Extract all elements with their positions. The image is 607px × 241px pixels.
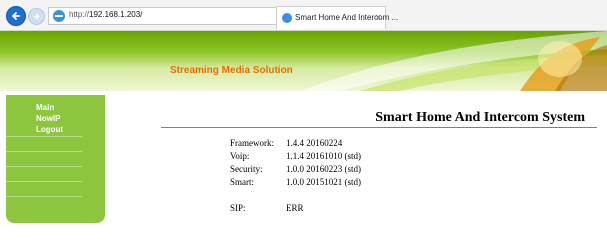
sidebar-divider (6, 136, 82, 137)
forward-button[interactable] (28, 8, 45, 25)
sidebar-item-main[interactable]: Main (36, 103, 54, 112)
banner-tagline: Streaming Media Solution (170, 65, 293, 76)
browser-toolbar: http://192.168.1.203/ ⌕ ▾ ↻ Smart Home A… (0, 0, 607, 31)
security-value: 1.0.0 20160223 (std) (286, 164, 361, 174)
smart-label: Smart: (230, 177, 254, 187)
page-title: Smart Home And Intercom System (375, 110, 585, 125)
back-button[interactable] (6, 6, 26, 26)
title-divider (161, 127, 597, 128)
framework-label: Framework: (230, 138, 274, 148)
framework-value: 1.4.4 20160224 (286, 138, 343, 148)
arrow-left-icon (12, 12, 20, 20)
smart-value: 1.0.0 20151021 (std) (286, 177, 361, 187)
sidebar-item-nowip[interactable]: NowIP (36, 114, 60, 123)
arrow-right-icon (33, 13, 40, 20)
tab-title: Smart Home And Intercom ... (295, 13, 399, 22)
ie-page-icon (53, 10, 65, 22)
voip-value: 1.1.4 20161010 (std) (286, 151, 361, 161)
banner-swoosh-graphic (300, 31, 607, 91)
sidebar-divider (6, 181, 82, 182)
sip-status-value: ERR (286, 203, 304, 213)
sidebar-divider (6, 151, 82, 152)
voip-label: Voip: (230, 151, 250, 161)
sidebar-item-logout[interactable]: Logout (36, 125, 63, 134)
browser-tab[interactable]: Smart Home And Intercom ... × (276, 6, 398, 29)
page-banner: Streaming Media Solution (0, 31, 607, 91)
address-url[interactable]: http://192.168.1.203/ (69, 10, 142, 19)
tab-favicon-icon (282, 13, 292, 23)
tab-close-icon[interactable]: × (376, 12, 381, 22)
sidebar-divider (6, 196, 82, 197)
sip-label: SIP: (230, 203, 246, 213)
sidebar-divider (6, 166, 82, 167)
security-label: Security: (230, 164, 263, 174)
sidebar: Main NowIP Logout (6, 95, 105, 223)
